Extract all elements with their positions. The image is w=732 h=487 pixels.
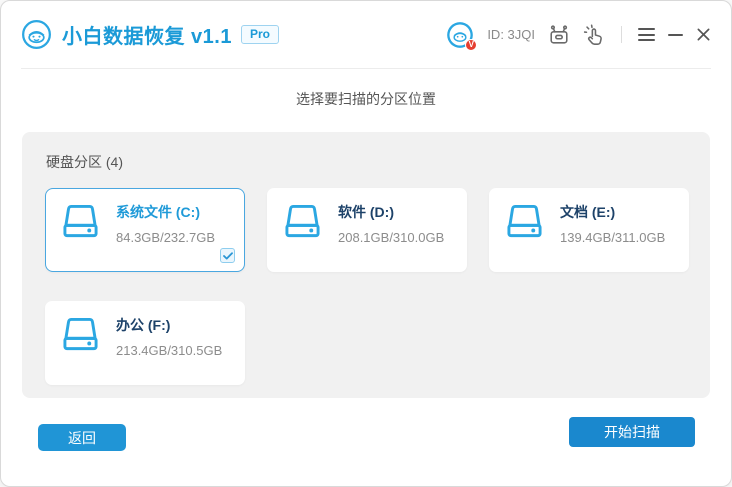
partitions-header: 硬盘分区 (4) (46, 152, 687, 172)
drive-icon (60, 203, 101, 240)
drive-icon (282, 203, 323, 240)
app-title: 小白数据恢复 v1.1 (62, 20, 232, 49)
title-bar: 小白数据恢复 v1.1 Pro V ID: 3JQI (1, 1, 731, 68)
selected-checkbox[interactable] (220, 248, 235, 263)
start-scan-button[interactable]: 开始扫描 (569, 417, 695, 447)
back-button[interactable]: 返回 (38, 424, 126, 451)
drive-icon (60, 316, 101, 353)
hand-click-icon[interactable] (583, 24, 605, 46)
partition-size: 208.1GB/310.0GB (338, 230, 444, 245)
header-divider (621, 26, 622, 43)
partition-card-f[interactable]: 办公 (F:) 213.4GB/310.5GB (45, 301, 245, 385)
partition-size: 139.4GB/311.0GB (560, 230, 665, 245)
app-window: 小白数据恢复 v1.1 Pro V ID: 3JQI (0, 0, 732, 487)
close-icon[interactable] (696, 27, 711, 42)
partition-card-c[interactable]: 系统文件 (C:) 84.3GB/232.7GB (45, 188, 245, 272)
partitions-grid: 系统文件 (C:) 84.3GB/232.7GB 软件 (D:) (45, 188, 687, 385)
partition-size: 84.3GB/232.7GB (116, 230, 215, 245)
partition-size: 213.4GB/310.5GB (116, 343, 222, 358)
app-logo-icon (21, 19, 52, 50)
drive-icon (504, 203, 545, 240)
partition-name: 软件 (D:) (338, 202, 444, 222)
user-id: ID: 3JQI (487, 27, 535, 42)
page-subtitle: 选择要扫描的分区位置 (1, 89, 731, 109)
support-robot-icon[interactable] (548, 24, 570, 46)
partition-name: 办公 (F:) (116, 315, 222, 335)
check-icon (223, 252, 233, 260)
menu-icon[interactable] (638, 28, 655, 41)
partition-name: 文档 (E:) (560, 202, 665, 222)
partitions-panel: 硬盘分区 (4) 系统文件 (C:) 84.3GB/232.7GB (22, 132, 710, 398)
pro-badge: Pro (241, 25, 279, 44)
header-rule (21, 68, 711, 69)
vip-badge: V (465, 39, 477, 51)
user-avatar[interactable]: V (446, 21, 474, 49)
partition-card-e[interactable]: 文档 (E:) 139.4GB/311.0GB (489, 188, 689, 272)
partition-name: 系统文件 (C:) (116, 202, 215, 222)
partition-card-d[interactable]: 软件 (D:) 208.1GB/310.0GB (267, 188, 467, 272)
minimize-icon[interactable] (668, 34, 683, 36)
